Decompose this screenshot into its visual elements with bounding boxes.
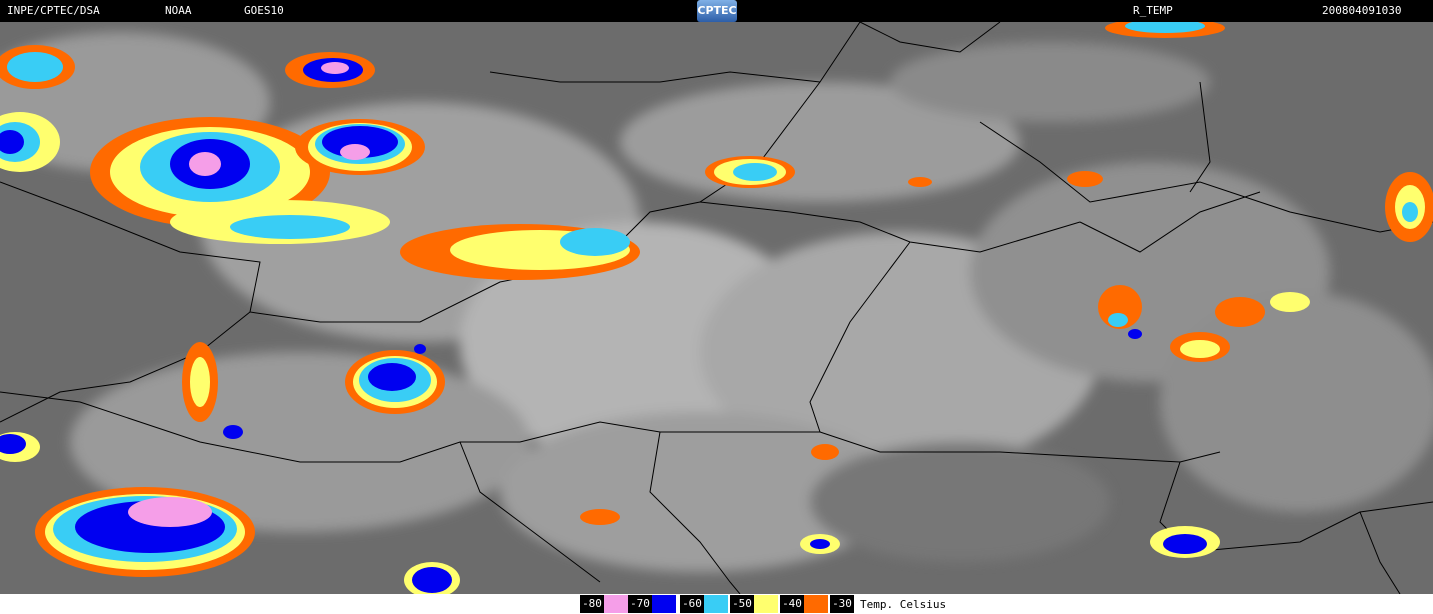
product-label: R_TEMP — [1133, 4, 1173, 17]
agency-label: NOAA — [165, 4, 192, 17]
legend-swatch-5 — [804, 595, 828, 613]
legend-swatch-3 — [704, 595, 728, 613]
legend-label-1: -80 — [580, 595, 604, 613]
logo-text: CPTEC — [697, 4, 737, 17]
cptec-logo: CPTEC — [697, 0, 737, 22]
legend-swatch-1 — [604, 595, 628, 613]
legend-swatch-4 — [754, 595, 778, 613]
legend-label-5: -40 — [780, 595, 804, 613]
temperature-legend: -80 -70 -60 -50 -40 -30 Temp. Celsius — [0, 594, 1433, 614]
legend-label-2: -70 — [628, 595, 652, 613]
satellite-label: GOES10 — [244, 4, 284, 17]
satellite-image — [0, 22, 1433, 594]
legend-label-6: -30 — [830, 595, 854, 613]
header-bar: INPE/CPTEC/DSA NOAA GOES10 CPTEC R_TEMP … — [0, 0, 1433, 22]
timestamp-label: 200804091030 — [1322, 4, 1402, 17]
legend-label-4: -50 — [730, 595, 754, 613]
source-label: INPE/CPTEC/DSA — [7, 4, 100, 17]
legend-unit: Temp. Celsius — [860, 598, 947, 611]
legend-label-3: -60 — [680, 595, 704, 613]
legend-swatch-2 — [652, 595, 676, 613]
